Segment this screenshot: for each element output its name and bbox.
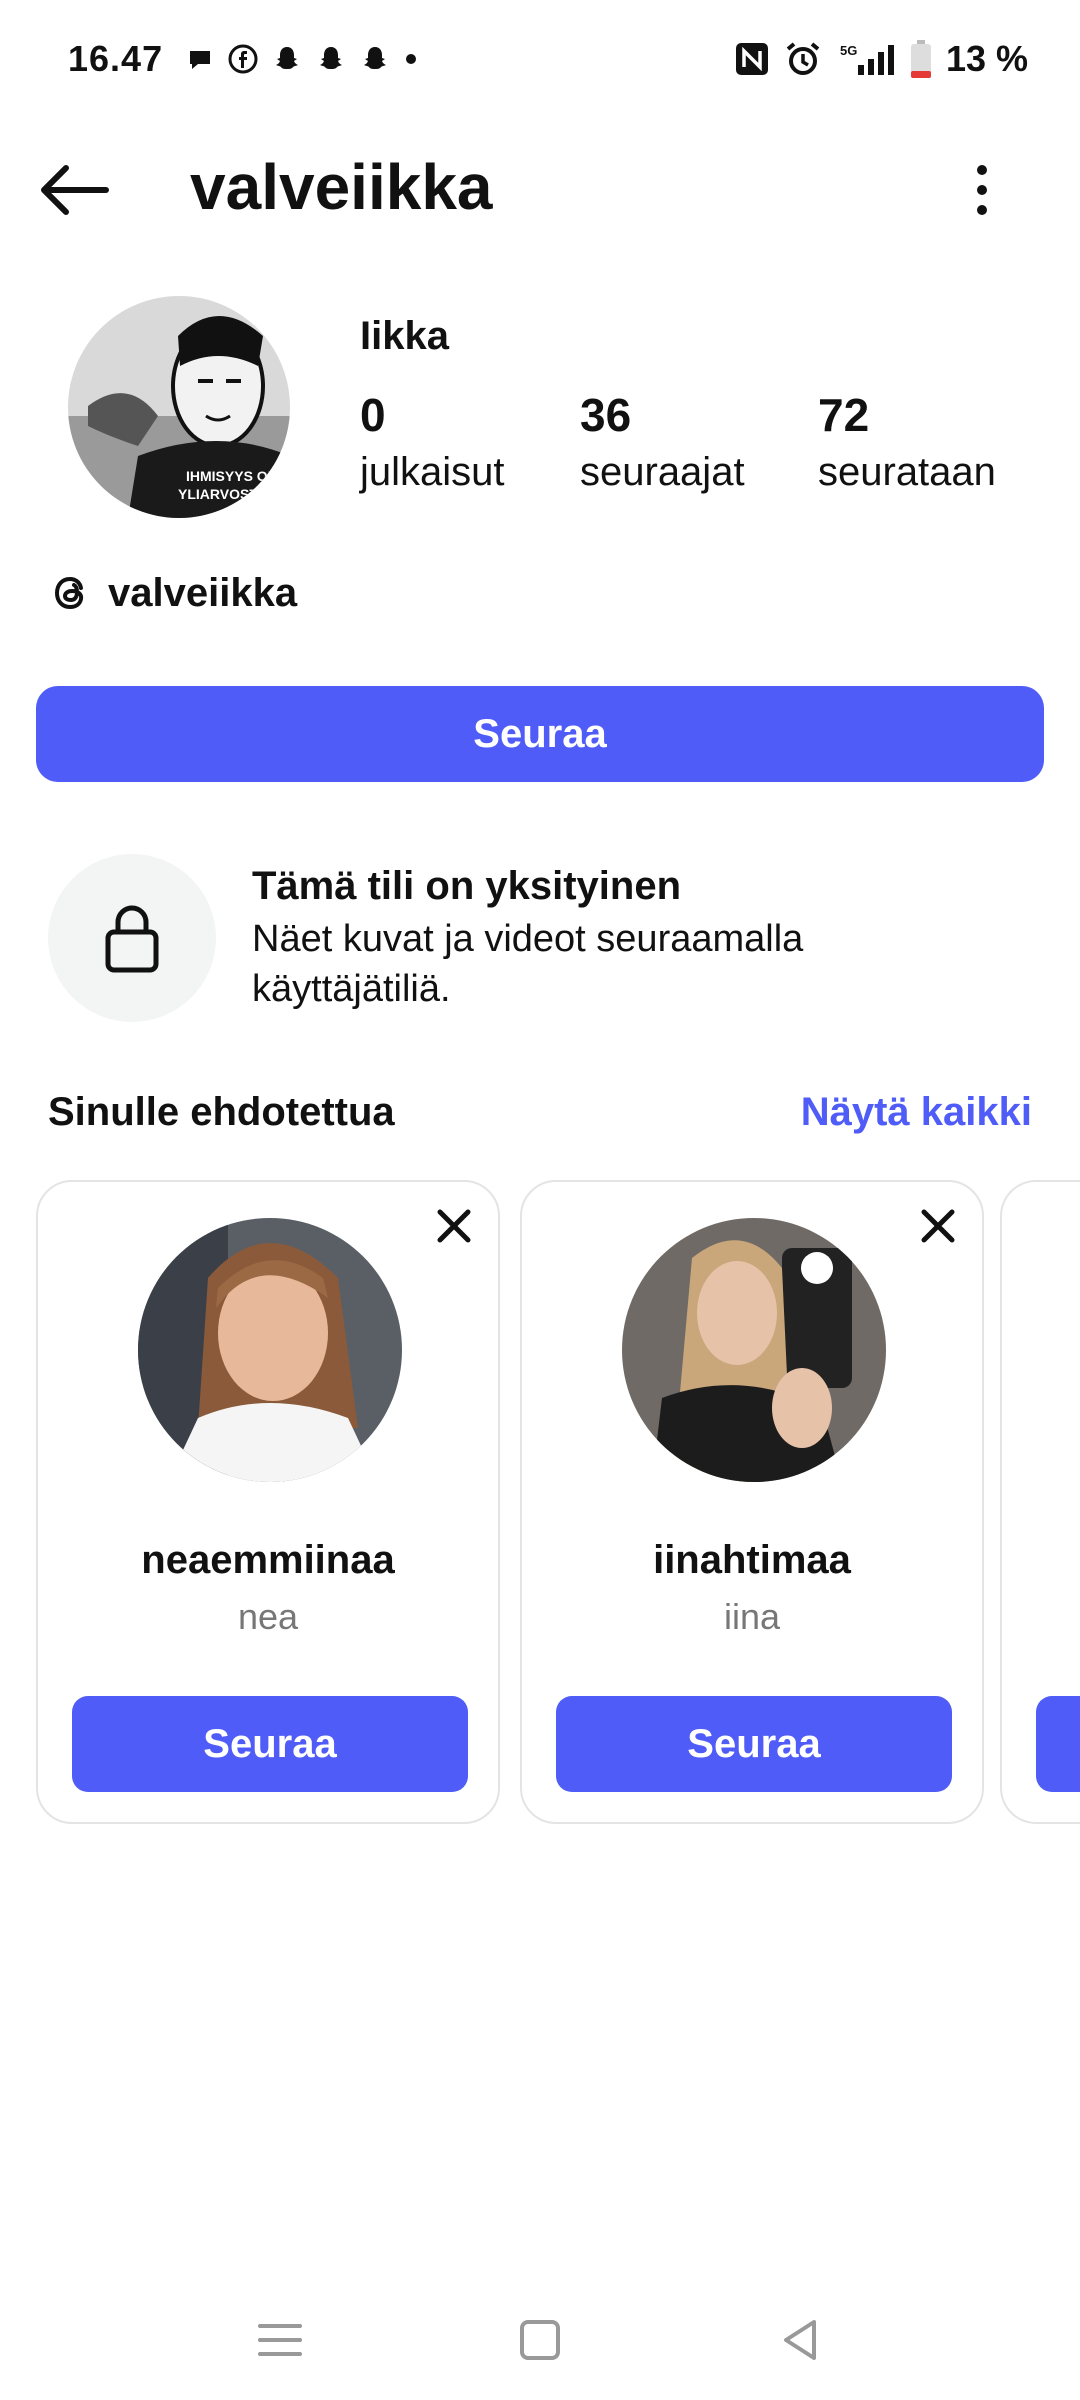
follow-button[interactable]: Seuraa [36,686,1044,782]
back-triangle-icon[interactable] [770,2310,830,2370]
suggestion-follow-button[interactable]: Seuraa [72,1696,468,1792]
system-status-icons: 5G 13 % [734,38,1028,80]
profile-username-title: valveiikka [190,151,493,223]
lock-circle [48,854,216,1022]
home-square-icon[interactable] [510,2310,570,2370]
private-account-title: Tämä tili on yksityinen [252,864,682,908]
profile-avatar[interactable]: IHMISYYS ON YLIARVOSTETTU [68,296,290,518]
stat-posts-label: julkaisut [360,450,505,494]
snapchat-icon [364,47,386,69]
stat-followers-label: seuraajat [580,450,745,494]
snapchat-icon [276,47,298,69]
see-all-link[interactable]: Näytä kaikki [801,1090,1032,1135]
suggestion-avatar[interactable] [622,1218,886,1482]
suggestion-card-partial[interactable] [1000,1180,1080,1824]
threads-icon [54,576,84,610]
nfc-icon [735,43,768,75]
facebook-icon [228,44,258,74]
threads-link[interactable]: valveiikka [48,570,297,616]
suggestions-title: Sinulle ehdotettua [48,1090,395,1134]
lock-icon [105,905,159,973]
stat-following[interactable]: 72 seurataan [818,388,996,495]
suggestion-name: nea [237,1596,299,1637]
more-vertical-icon[interactable] [962,160,1002,220]
stat-following-label: seurataan [818,450,996,494]
threads-handle: valveiikka [108,570,298,615]
stat-followers[interactable]: 36 seuraajat [580,388,745,495]
avatar-image: IHMISYYS ON YLIARVOSTETTU [68,296,290,518]
stat-posts[interactable]: 0 julkaisut [360,388,505,495]
snapchat-icon [320,47,342,69]
battery-icon [910,40,931,78]
suggestion-username: neaemmiinaa [141,1538,395,1582]
suggestion-avatar-image [622,1218,886,1482]
suggestion-card[interactable]: iinahtimaa iina Seuraa [520,1180,984,1824]
profile-display-name: Iikka [360,314,449,358]
status-time: 16.47 [68,38,164,79]
close-icon[interactable] [918,1206,958,1246]
menu-icon[interactable] [250,2310,310,2370]
alarm-icon [786,42,820,75]
more-notifications-dot-icon [406,54,416,64]
suggestion-follow-button[interactable]: Seuraa [556,1696,952,1792]
stat-followers-value: 36 [580,389,632,441]
back-arrow-icon[interactable] [36,160,112,220]
suggestion-follow-button-partial[interactable] [1036,1696,1080,1792]
private-account-description: Näet kuvat ja videot seuraamalla käyttäj… [252,918,804,1010]
stat-posts-value: 0 [360,389,386,441]
notification-icons [186,44,418,74]
close-icon[interactable] [434,1206,474,1246]
suggestion-username: iinahtimaa [653,1538,851,1582]
battery-percent: 13 % [945,38,1028,79]
suggestion-name: iina [723,1596,781,1637]
network-type-label: 5G [840,43,857,58]
chat-icon [190,51,210,69]
suggestion-avatar[interactable] [138,1218,402,1482]
svg-text:YLIARVOSTETTU: YLIARVOSTETTU [178,486,290,502]
stat-following-value: 72 [818,389,870,441]
svg-text:IHMISYYS ON: IHMISYYS ON [186,468,278,484]
suggestion-card[interactable]: neaemmiinaa nea Seuraa [36,1180,500,1824]
suggestion-avatar-image [138,1218,402,1482]
signal-5g-icon: 5G [840,43,894,75]
